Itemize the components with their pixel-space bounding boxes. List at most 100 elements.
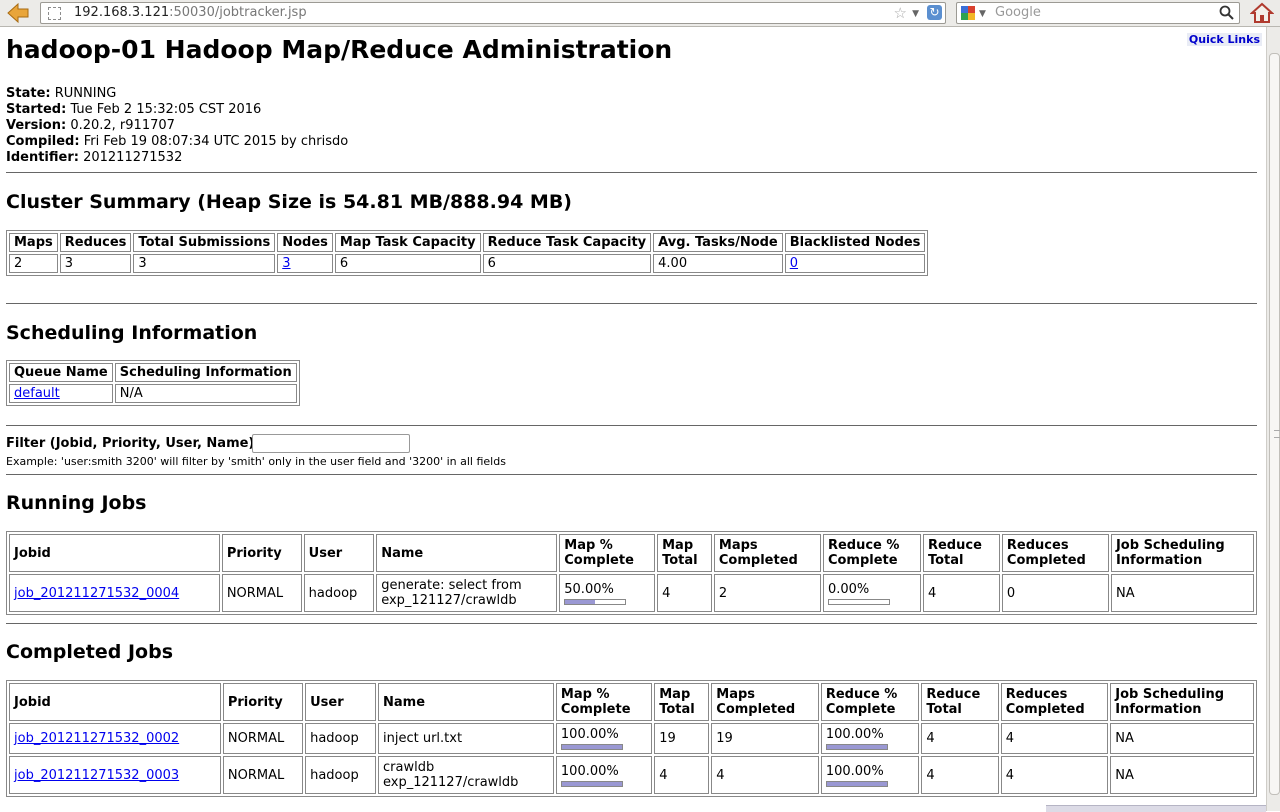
header-line: Completed xyxy=(716,702,796,717)
reduce-pct-value: 100.00% xyxy=(825,763,884,779)
quick-links-link[interactable]: Quick Links xyxy=(1186,33,1262,46)
reload-icon[interactable]: ↻ xyxy=(927,5,942,20)
info-identifier: Identifier: 201211271532 xyxy=(6,150,348,166)
col-header-map-total: Map Total xyxy=(657,534,712,572)
job-link[interactable]: job_201211271532_0003 xyxy=(14,768,179,783)
url-text: 192.168.3.121:50030/jobtracker.jsp xyxy=(74,3,307,23)
col-header: Nodes xyxy=(277,233,333,252)
filter-example-text: Example: 'user:smith 3200' will filter b… xyxy=(6,455,506,468)
map-pct-cell: 50.00% xyxy=(559,574,656,612)
reduce-total-value: 4 xyxy=(922,574,1000,612)
map-pct-value: 100.00% xyxy=(560,727,619,742)
header-line: Information xyxy=(1115,553,1203,568)
header-line: Total xyxy=(926,702,962,717)
page-title: hadoop-01 Hadoop Map/Reduce Administrati… xyxy=(6,35,673,64)
maps-completed-value: 4 xyxy=(711,756,819,794)
col-header-user: User xyxy=(303,534,375,572)
filter-input[interactable] xyxy=(252,434,410,453)
header-line: Complete xyxy=(825,702,896,717)
header-line: Complete xyxy=(560,702,631,717)
header-line: Completed xyxy=(1005,702,1085,717)
priority-value: NORMAL xyxy=(222,723,304,754)
header-line: Reduce % xyxy=(827,538,900,553)
header-line: Total xyxy=(659,702,695,717)
map-total-value: 4 xyxy=(657,574,712,612)
progress-fill xyxy=(826,781,887,786)
search-bar[interactable]: ▼ Google xyxy=(956,2,1240,24)
jobid-cell: job_201211271532_0002 xyxy=(9,723,221,754)
blacklisted-nodes-cell: 0 xyxy=(784,254,926,273)
col-header-maps-completed: Maps Completed xyxy=(711,683,819,721)
header-line: Complete xyxy=(564,553,634,568)
table-row: job_201211271532_0004 NORMAL hadoop gene… xyxy=(9,574,1254,612)
url-host: 192.168.3.121 xyxy=(74,5,170,20)
header-line: Reduce xyxy=(926,687,981,702)
header-line: Map xyxy=(662,538,694,553)
col-header: Avg. Tasks/Node xyxy=(653,233,783,252)
col-header-map-pct: Map % Complete xyxy=(555,683,653,721)
map-pct-cell: 100.00% xyxy=(555,723,653,754)
page-content: Quick Links hadoop-01 Hadoop Map/Reduce … xyxy=(0,27,1266,811)
info-value: 0.20.2, r911707 xyxy=(70,118,175,133)
header-line: Total xyxy=(662,553,698,568)
bookmark-star-icon[interactable]: ☆ xyxy=(894,3,907,23)
url-path: :50030/jobtracker.jsp xyxy=(169,5,307,20)
map-pct-value: 100.00% xyxy=(560,763,619,779)
nodes-link[interactable]: 3 xyxy=(282,256,290,271)
avg-tasks-node-value: 4.00 xyxy=(653,254,783,273)
scrollbar-thumb[interactable] xyxy=(1269,53,1280,795)
header-line: Completed xyxy=(1006,553,1086,568)
col-header-reduce-total: Reduce Total xyxy=(921,683,999,721)
reduces-completed-value: 4 xyxy=(1000,723,1109,754)
reduce-pct-cell: 100.00% xyxy=(820,723,920,754)
info-value: Fri Feb 19 08:07:34 UTC 2015 by chrisdo xyxy=(83,134,349,149)
table-row: job_201211271532_0002 NORMAL hadoop inje… xyxy=(9,723,1254,754)
search-icon[interactable] xyxy=(1219,5,1235,28)
map-pct-value: 50.00% xyxy=(564,581,614,597)
maps-value: 2 xyxy=(9,254,58,273)
user-value: hadoop xyxy=(303,574,375,612)
col-header-reduce-pct: Reduce % Complete xyxy=(822,534,921,572)
address-bar[interactable]: 192.168.3.121:50030/jobtracker.jsp ☆ ▼ ↻ xyxy=(40,2,946,24)
user-value: hadoop xyxy=(305,756,376,794)
job-scheduling-value: NA xyxy=(1110,723,1254,754)
back-arrow-icon[interactable] xyxy=(6,2,30,24)
home-icon[interactable] xyxy=(1249,2,1275,24)
job-name-value: inject url.txt xyxy=(378,723,554,754)
divider xyxy=(6,425,1257,426)
reduce-pct-cell: 100.00% xyxy=(820,756,920,794)
google-engine-icon[interactable] xyxy=(961,6,975,20)
jobid-cell: job_201211271532_0004 xyxy=(9,574,220,612)
header-line: Job Scheduling xyxy=(1115,538,1225,553)
job-scheduling-value: NA xyxy=(1110,574,1254,612)
header-line: Job Scheduling xyxy=(1115,687,1225,702)
vertical-scrollbar[interactable] xyxy=(1266,27,1280,811)
header-line: Map % xyxy=(560,687,610,702)
col-header-reduces-completed: Reduces Completed xyxy=(1000,683,1109,721)
scheduling-table: Queue Name Scheduling Information defaul… xyxy=(6,360,300,406)
col-header-jobid: Jobid xyxy=(9,534,220,572)
map-progress-bar xyxy=(560,744,623,750)
search-engine-dropdown-icon[interactable]: ▼ xyxy=(979,4,986,24)
queue-default-link[interactable]: default xyxy=(14,386,60,401)
job-link[interactable]: job_201211271532_0004 xyxy=(14,586,179,601)
info-label: Version: xyxy=(6,118,67,133)
reduce-total-value: 4 xyxy=(921,756,999,794)
queue-name-cell: default xyxy=(9,384,113,403)
info-label: Compiled: xyxy=(6,134,80,149)
divider xyxy=(6,303,1257,304)
table-header-row: Queue Name Scheduling Information xyxy=(9,363,297,382)
blacklisted-nodes-link[interactable]: 0 xyxy=(790,256,798,271)
col-header-priority: Priority xyxy=(222,683,304,721)
header-line: Total xyxy=(927,553,964,568)
cluster-summary-heading: Cluster Summary (Heap Size is 54.81 MB/8… xyxy=(6,191,572,213)
col-header: Scheduling Information xyxy=(114,363,297,382)
divider xyxy=(6,623,1257,624)
filter-label: Filter (Jobid, Priority, User, Name) xyxy=(6,436,255,451)
reduce-pct-value: 0.00% xyxy=(827,581,870,597)
url-history-dropdown-icon[interactable]: ▼ xyxy=(912,4,919,24)
maps-completed-value: 2 xyxy=(713,574,821,612)
reduce-pct-cell: 0.00% xyxy=(822,574,921,612)
job-link[interactable]: job_201211271532_0002 xyxy=(14,731,179,746)
col-header-name: Name xyxy=(376,534,558,572)
